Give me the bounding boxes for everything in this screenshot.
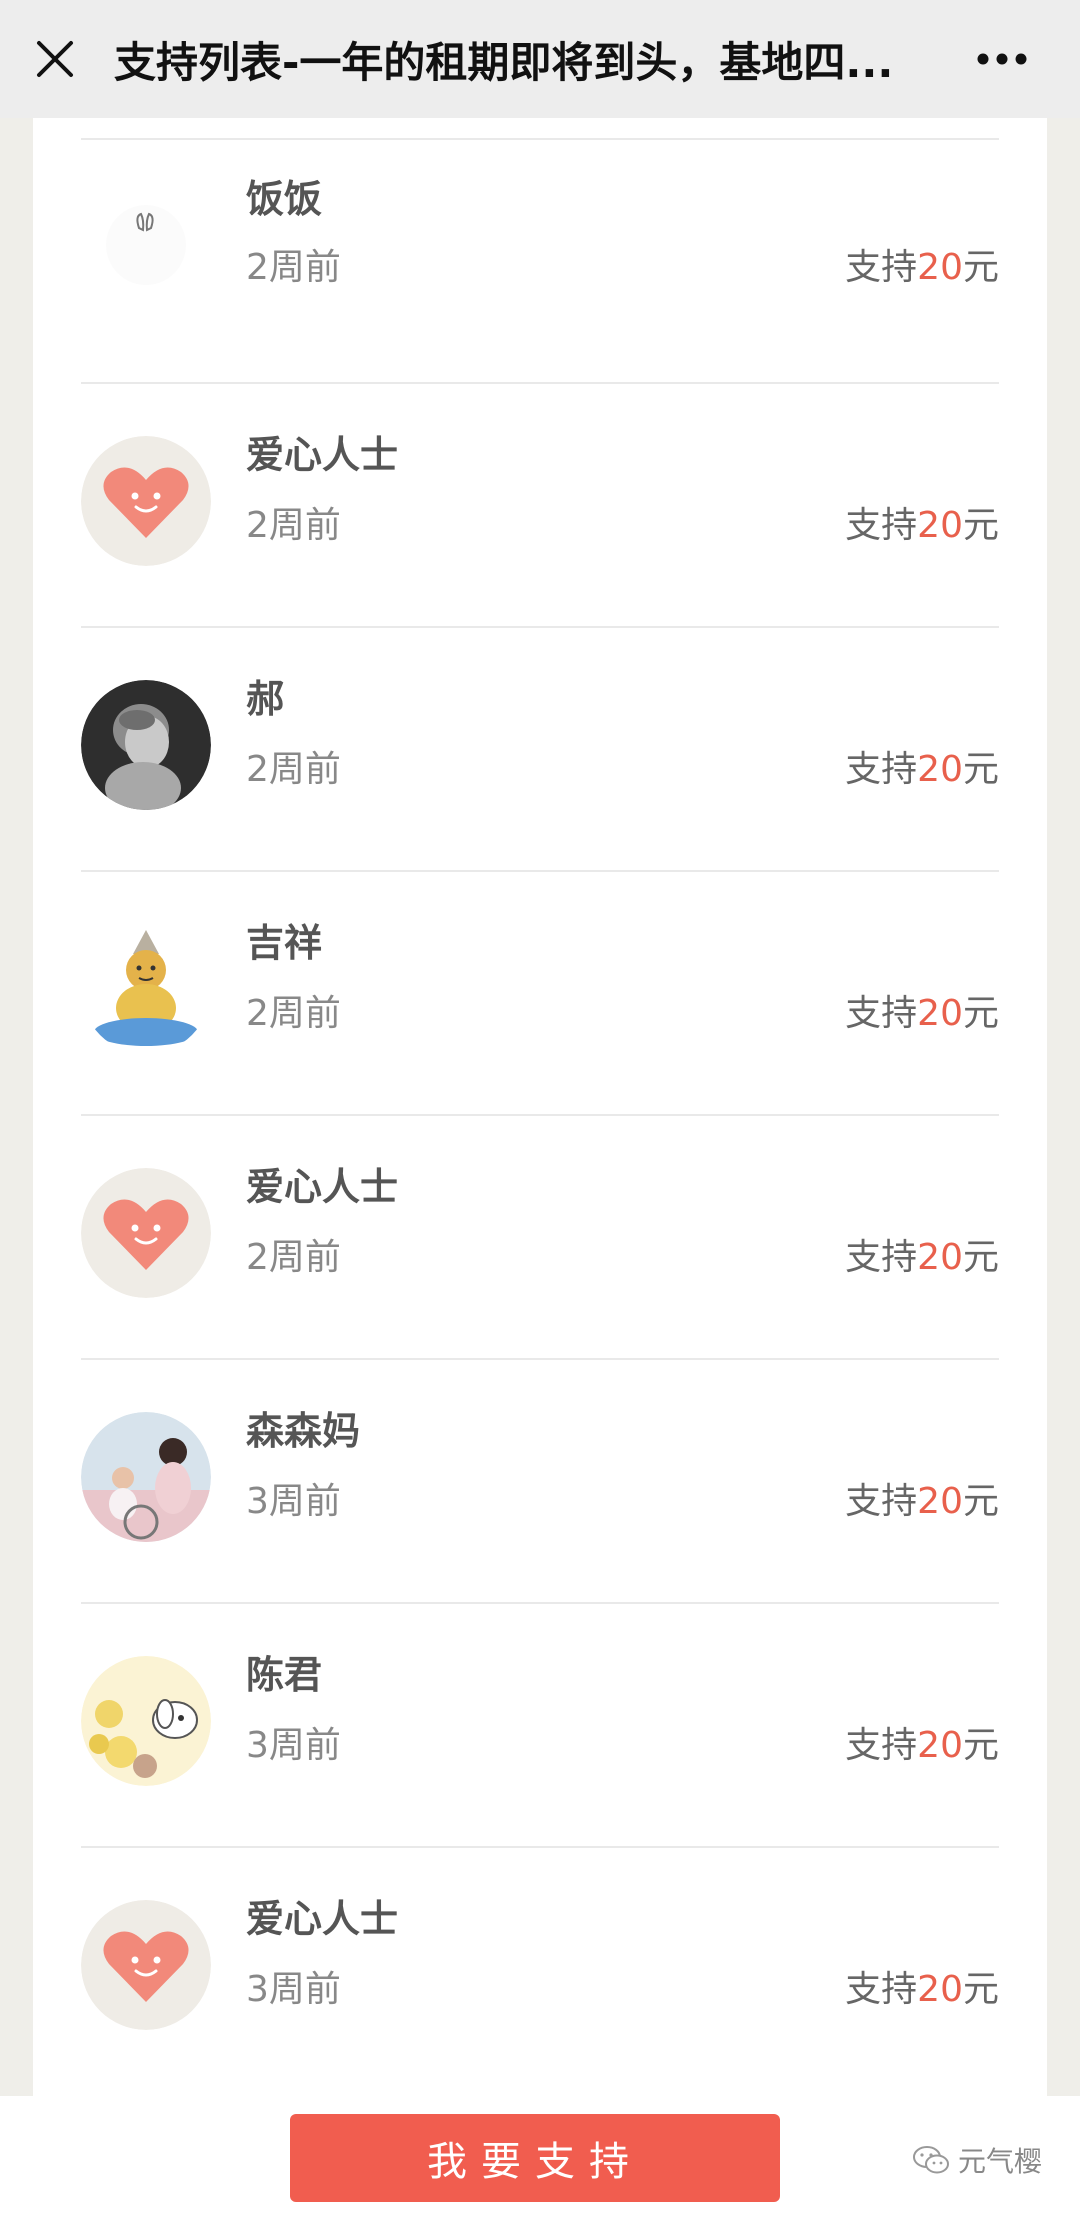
amount-suffix: 元 (962, 247, 999, 288)
amount-prefix: 支持 (845, 749, 918, 790)
close-button[interactable] (20, 24, 90, 94)
amount-suffix: 元 (962, 1725, 999, 1766)
amount-suffix: 元 (962, 1237, 999, 1278)
wechat-icon (913, 2146, 949, 2174)
amount-suffix: 元 (962, 749, 999, 790)
amount-value: 20 (917, 1237, 963, 1278)
support-time: 3周前 (246, 1481, 341, 1522)
amount-value: 20 (917, 505, 963, 546)
support-time: 2周前 (246, 247, 341, 288)
amount-prefix: 支持 (845, 993, 918, 1034)
avatar (81, 1656, 211, 1786)
avatar (81, 924, 211, 1054)
supporter-name: 吉祥 (246, 921, 323, 965)
support-time: 3周前 (246, 1725, 341, 1766)
page-title: 支持列表-一年的租期即将到头，基地四... (114, 37, 894, 87)
support-amount: 支持20元 (845, 1228, 999, 1280)
support-time: 2周前 (246, 1237, 341, 1278)
supporter-name: 爱心人士 (246, 1165, 399, 1209)
family-photo-avatar (81, 1412, 211, 1542)
heart-avatar (81, 1168, 211, 1298)
support-amount: 支持20元 (845, 1960, 999, 2012)
buddha-cartoon-avatar (81, 924, 211, 1054)
supporter-name: 爱心人士 (246, 433, 399, 477)
support-time: 2周前 (246, 993, 341, 1034)
amount-suffix: 元 (962, 1969, 999, 2010)
amount-prefix: 支持 (845, 1969, 918, 2010)
avatar (81, 1412, 211, 1542)
list-item[interactable]: 爱心人士 3周前 支持20元 (81, 1848, 999, 2092)
supporter-name: 郝 (246, 677, 285, 721)
support-time: 2周前 (246, 749, 341, 790)
support-amount: 支持20元 (845, 496, 999, 548)
list-item[interactable]: 吉祥 2周前 支持20元 (81, 872, 999, 1116)
amount-suffix: 元 (962, 993, 999, 1034)
heart-avatar (81, 1900, 211, 2030)
avatar (81, 180, 211, 310)
amount-value: 20 (917, 247, 963, 288)
support-time: 3周前 (246, 1969, 341, 2010)
list-item[interactable]: 森森妈 3周前 支持20元 (81, 1360, 999, 1604)
close-icon (37, 41, 73, 77)
list-item[interactable]: 陈君 3周前 支持20元 (81, 1604, 999, 1848)
heart-avatar (81, 436, 211, 566)
bottom-bar: 我要支持 元气樱 (0, 2096, 1080, 2221)
amount-value: 20 (917, 1481, 963, 1522)
avatar (81, 680, 211, 810)
support-button[interactable]: 我要支持 (290, 2114, 780, 2202)
amount-suffix: 元 (962, 505, 999, 546)
dog-illustration-avatar (81, 1656, 211, 1786)
supporter-name: 陈君 (246, 1653, 323, 1697)
amount-prefix: 支持 (845, 247, 918, 288)
amount-value: 20 (917, 1969, 963, 2010)
watermark: 元气樱 (912, 2140, 1042, 2180)
amount-value: 20 (917, 1725, 963, 1766)
supporter-name: 森森妈 (246, 1409, 361, 1453)
more-dots-icon (977, 53, 1027, 65)
bunny-avatar (81, 180, 211, 310)
support-amount: 支持20元 (845, 238, 999, 290)
supporter-list: 饭饭 2周前 支持20元 爱心人士 2周前 支持20元 郝 2周前 支持20元 … (33, 118, 1047, 2096)
list-item[interactable]: 郝 2周前 支持20元 (81, 628, 999, 872)
amount-value: 20 (917, 749, 963, 790)
amount-suffix: 元 (962, 1481, 999, 1522)
amount-prefix: 支持 (845, 1237, 918, 1278)
avatar (81, 436, 211, 566)
supporter-name: 爱心人士 (246, 1897, 399, 1941)
support-amount: 支持20元 (845, 740, 999, 792)
amount-prefix: 支持 (845, 505, 918, 546)
amount-prefix: 支持 (845, 1725, 918, 1766)
list-item[interactable]: 爱心人士 2周前 支持20元 (81, 384, 999, 628)
amount-prefix: 支持 (845, 1481, 918, 1522)
supporter-name: 饭饭 (246, 177, 323, 221)
support-amount: 支持20元 (845, 1716, 999, 1768)
support-time: 2周前 (246, 505, 341, 546)
list-item[interactable]: 饭饭 2周前 支持20元 (81, 140, 999, 384)
nav-bar: 支持列表-一年的租期即将到头，基地四... (0, 0, 1080, 118)
support-amount: 支持20元 (845, 1472, 999, 1524)
avatar (81, 1900, 211, 2030)
avatar (81, 1168, 211, 1298)
support-amount: 支持20元 (845, 984, 999, 1036)
more-button[interactable] (972, 29, 1032, 89)
list-item[interactable]: 爱心人士 2周前 支持20元 (81, 1116, 999, 1360)
statue-photo-avatar (81, 680, 211, 810)
watermark-text: 元气樱 (958, 2145, 1043, 2178)
amount-value: 20 (917, 993, 963, 1034)
